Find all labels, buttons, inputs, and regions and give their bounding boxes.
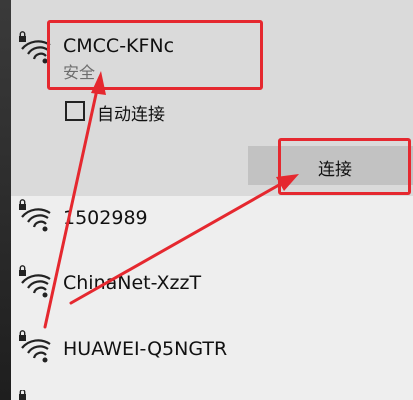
- auto-connect-label: 自动连接: [97, 105, 165, 125]
- network-ssid: ChinaNet-XzzT: [63, 272, 202, 294]
- wifi-secured-icon: [18, 390, 52, 400]
- network-ssid: HUAWEI-Q5NGTR: [63, 338, 228, 360]
- auto-connect-checkbox[interactable]: [65, 101, 85, 121]
- desktop-edge: [0, 0, 11, 400]
- wifi-flyout: CMCC-KFNc 安全 自动连接 连接 1502989 ChinaNet-Xz…: [0, 0, 413, 400]
- highlight-box-connect: [278, 138, 411, 195]
- highlight-box-network: [47, 20, 263, 90]
- wifi-secured-icon: [18, 198, 52, 234]
- wifi-secured-icon: [18, 264, 52, 300]
- wifi-secured-icon: [18, 329, 52, 365]
- network-ssid: 1502989: [63, 207, 148, 229]
